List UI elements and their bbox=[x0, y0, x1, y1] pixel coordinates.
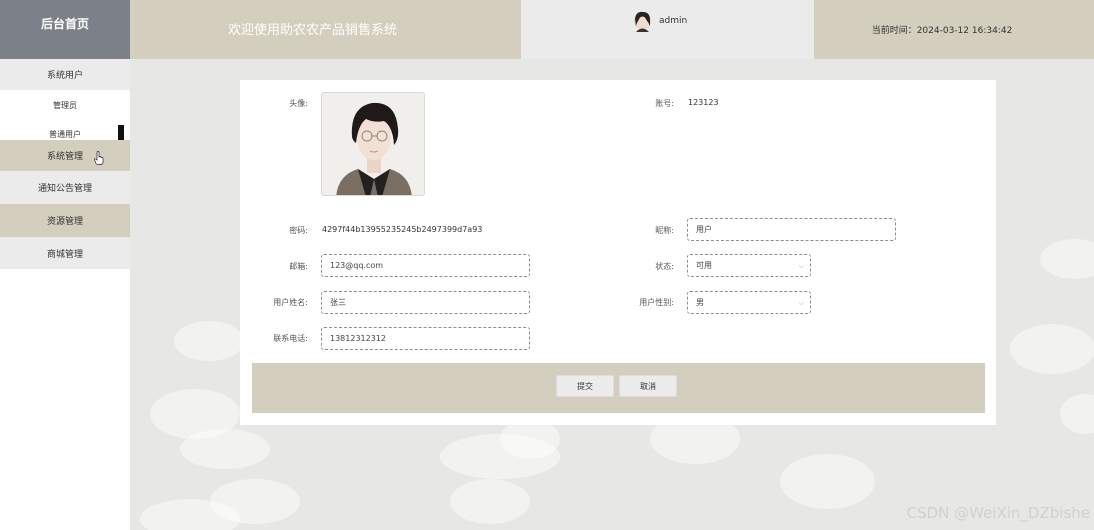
email-input-value: 123@qq.com bbox=[330, 261, 384, 270]
gender-select[interactable]: 男 ⌵ bbox=[687, 291, 811, 314]
avatar-label: 头像: bbox=[289, 99, 308, 108]
realname-label: 用户姓名: bbox=[273, 298, 308, 307]
email-label: 邮箱: bbox=[289, 262, 308, 271]
sidebar-subitem-admin[interactable]: 管理员 bbox=[0, 90, 130, 120]
sidebar: 系统用户 管理员 普通用户 系统管理 通知公告管理 资源管理 商城管理 bbox=[0, 59, 130, 530]
status-select-value: 可用 bbox=[696, 261, 712, 270]
user-form-card: 头像: 账号: 123123 密码: 4297f44b13955235245b2… bbox=[240, 80, 996, 425]
phone-label: 联系电话: bbox=[273, 334, 308, 343]
sidebar-item-system-users[interactable]: 系统用户 bbox=[0, 59, 130, 90]
username: admin bbox=[659, 16, 688, 26]
account-label: 账号: bbox=[655, 99, 674, 108]
chevron-down-icon: ⌵ bbox=[798, 262, 804, 270]
sidebar-item-system-management[interactable]: 系统管理 bbox=[0, 140, 130, 171]
sidebar-item-mall-management[interactable]: 商城管理 bbox=[0, 237, 130, 269]
phone-input[interactable]: 13812312312 bbox=[321, 327, 530, 350]
sidebar-subitem-normal-user[interactable]: 普通用户 bbox=[0, 120, 130, 140]
user-info[interactable]: admin bbox=[521, 0, 814, 59]
sidebar-scrollbar[interactable] bbox=[118, 125, 124, 140]
account-value: 123123 bbox=[688, 98, 719, 107]
realname-input-value: 张三 bbox=[330, 298, 346, 307]
nickname-input-value: 用户 bbox=[696, 225, 712, 234]
phone-input-value: 13812312312 bbox=[330, 334, 386, 343]
password-value: 4297f44b13955235245b2497399d7a93 bbox=[322, 225, 483, 234]
gender-select-value: 男 bbox=[696, 298, 704, 307]
cancel-button[interactable]: 取消 bbox=[619, 375, 677, 397]
submit-button[interactable]: 提交 bbox=[556, 375, 614, 397]
chevron-down-icon: ⌵ bbox=[798, 299, 804, 307]
avatar-upload[interactable] bbox=[321, 92, 425, 196]
watermark: CSDN @WeiXin_DZbishe bbox=[906, 504, 1090, 522]
gender-label: 用户性别: bbox=[639, 298, 674, 307]
nickname-input[interactable]: 用户 bbox=[687, 218, 896, 241]
user-avatar-icon[interactable] bbox=[633, 10, 652, 32]
realname-input[interactable]: 张三 bbox=[321, 291, 530, 314]
current-time: 当前时间：2024-03-12 16:34:42 bbox=[814, 0, 1094, 59]
status-select[interactable]: 可用 ⌵ bbox=[687, 254, 811, 277]
hand-cursor-icon bbox=[94, 151, 104, 165]
sidebar-item-resource-management[interactable]: 资源管理 bbox=[0, 204, 130, 237]
sidebar-item-notice-management[interactable]: 通知公告管理 bbox=[0, 171, 130, 204]
form-actions-bar: 提交 取消 bbox=[252, 363, 985, 413]
password-label: 密码: bbox=[289, 226, 308, 235]
home-link[interactable]: 后台首页 bbox=[0, 0, 130, 59]
status-label: 状态: bbox=[655, 262, 674, 271]
email-input[interactable]: 123@qq.com bbox=[321, 254, 530, 277]
welcome-title: 欢迎使用助农农产品销售系统 bbox=[130, 0, 521, 59]
nickname-label: 昵称: bbox=[655, 226, 674, 235]
avatar-photo bbox=[322, 93, 424, 195]
